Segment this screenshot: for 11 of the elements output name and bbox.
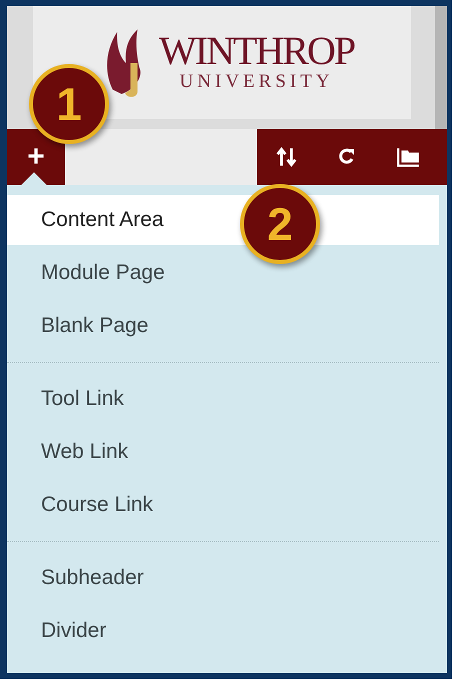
menu-item[interactable]: Tool Link — [7, 374, 439, 424]
menu-item[interactable]: Subheader — [7, 553, 439, 603]
menu-item[interactable]: Web Link — [7, 427, 439, 477]
menu-item[interactable]: Course Link — [7, 480, 439, 530]
folder-icon[interactable] — [396, 146, 420, 168]
logo-title: WINTHROP — [159, 31, 354, 72]
sort-icon[interactable] — [276, 146, 298, 168]
logo-subtitle: UNIVERSITY — [180, 71, 334, 94]
menu-item[interactable]: Blank Page — [7, 301, 439, 351]
step-number-badge: 2 — [240, 184, 320, 264]
menu-item[interactable]: Divider — [7, 606, 439, 656]
